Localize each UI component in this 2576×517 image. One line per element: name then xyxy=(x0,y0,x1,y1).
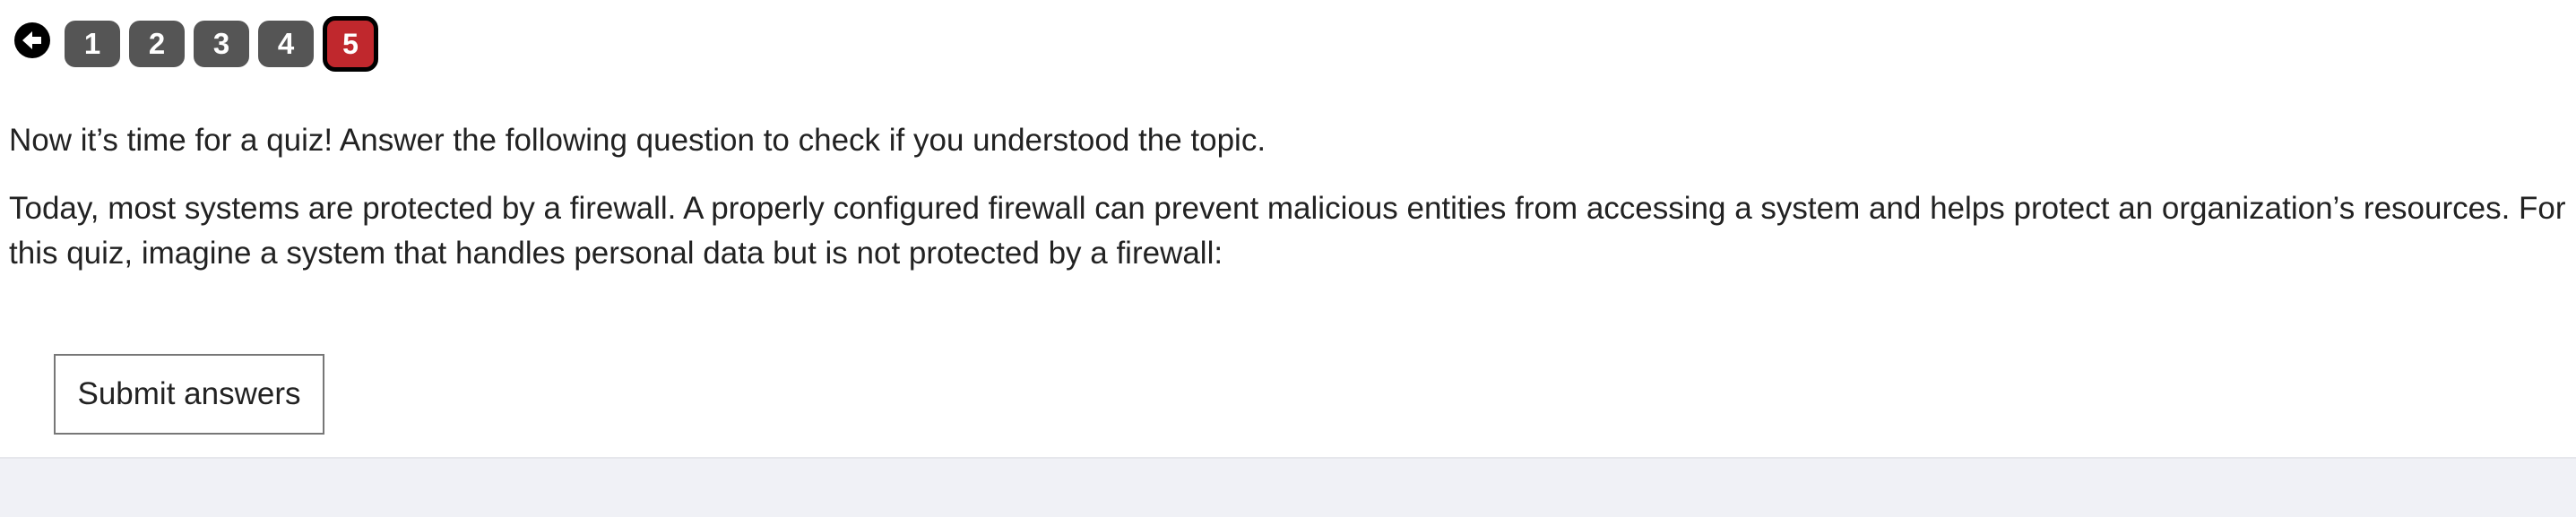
step-navigation: 1 2 3 4 5 xyxy=(14,16,387,72)
step-4-button[interactable]: 4 xyxy=(258,21,314,67)
quiz-scenario-text: Today, most systems are protected by a f… xyxy=(9,191,2566,271)
back-button[interactable] xyxy=(14,22,50,58)
step-1-button[interactable]: 1 xyxy=(65,21,120,67)
footer-band xyxy=(0,457,2576,517)
quiz-intro-text: Now it’s time for a quiz! Answer the fol… xyxy=(9,123,1266,158)
step-2-button[interactable]: 2 xyxy=(129,21,185,67)
step-5-button-active[interactable]: 5 xyxy=(323,16,378,72)
content-area: 1 2 3 4 5 Now it’s time for a quiz! Answ… xyxy=(0,0,2576,457)
submit-answers-button[interactable]: Submit answers xyxy=(54,354,324,435)
step-3-button[interactable]: 3 xyxy=(194,21,249,67)
quiz-page: 1 2 3 4 5 Now it’s time for a quiz! Answ… xyxy=(0,0,2576,517)
arrow-left-circle-icon xyxy=(21,29,44,52)
